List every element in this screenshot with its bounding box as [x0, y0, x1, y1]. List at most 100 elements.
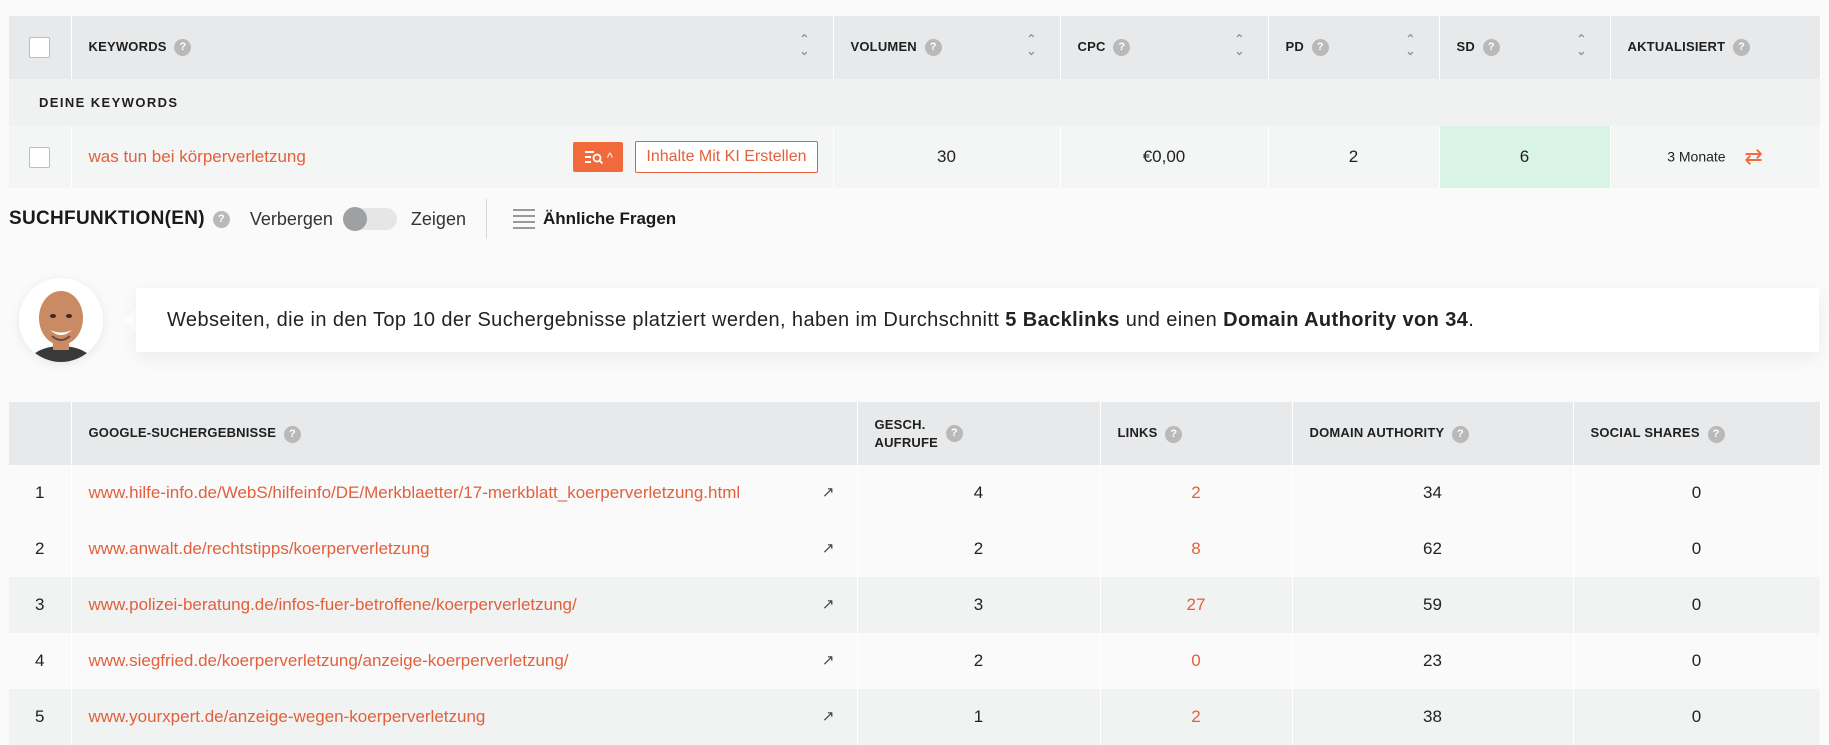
external-link-icon[interactable]: ↗ [822, 707, 835, 725]
help-icon[interactable]: ? [924, 39, 942, 57]
column-pd[interactable]: PD ? ⌃ ⌄ [1268, 16, 1440, 79]
links-cell: 2 [1100, 465, 1293, 521]
related-questions-feature[interactable]: Ähnliche Fragen [543, 209, 676, 229]
search-features-bar: SUCHFUNKTION(EN) ? Verbergen Zeigen Ähnl… [9, 196, 676, 242]
rank: 1 [9, 465, 72, 521]
links-cell: 27 [1100, 577, 1293, 633]
external-link-icon[interactable]: ↗ [822, 595, 835, 613]
url-cell: www.siegfried.de/koerperverletzung/anzei… [71, 633, 858, 689]
column-rank [9, 402, 72, 465]
select-all-checkbox[interactable] [29, 37, 51, 58]
keyword-cell: was tun bei körperverletzung ^ Inhalte M… [71, 126, 834, 188]
result-url-link[interactable]: www.siegfried.de/koerperverletzung/anzei… [89, 651, 569, 670]
table-row: 2 www.anwalt.de/rechtstipps/koerperverle… [9, 521, 1821, 577]
column-aktualisiert: AKTUALISIERT ? [1610, 16, 1821, 79]
column-volumen[interactable]: VOLUMEN ? ⌃ ⌄ [833, 16, 1061, 79]
social-shares-value: 0 [1573, 633, 1821, 689]
sd-value: 6 [1439, 126, 1611, 188]
sort-icon[interactable]: ⌃ ⌄ [1234, 33, 1246, 63]
rank: 5 [9, 689, 72, 745]
column-volumen-label: VOLUMEN [850, 38, 917, 54]
social-shares-value: 0 [1573, 577, 1821, 633]
url-cell: www.yourxpert.de/anzeige-wegen-koerperve… [71, 689, 858, 745]
column-sd[interactable]: SD ? ⌃ ⌄ [1439, 16, 1611, 79]
keyword-link[interactable]: was tun bei körperverletzung [89, 147, 306, 166]
table-row: 3 www.polizei-beratung.de/infos-fuer-bet… [9, 577, 1821, 633]
help-icon[interactable]: ? [1482, 39, 1500, 57]
help-icon[interactable]: ? [1451, 425, 1469, 443]
column-domain-authority-label: DOMAIN AUTHORITY [1309, 425, 1445, 441]
visits-value: 4 [857, 465, 1101, 521]
show-label: Zeigen [410, 208, 466, 229]
row-checkbox[interactable] [29, 146, 51, 168]
help-icon[interactable]: ? [1113, 39, 1131, 57]
help-icon[interactable]: ? [1311, 39, 1329, 57]
external-link-icon[interactable]: ↗ [822, 483, 835, 501]
links-cell: 2 [1100, 689, 1293, 745]
links-link[interactable]: 0 [1191, 651, 1200, 670]
result-url-link[interactable]: www.polizei-beratung.de/infos-fuer-betro… [89, 595, 577, 614]
table-row: 5 www.yourxpert.de/anzeige-wegen-koerper… [9, 689, 1821, 745]
sort-icon[interactable]: ⌃ ⌄ [1576, 33, 1588, 63]
help-icon[interactable]: ? [1165, 425, 1183, 443]
external-link-icon[interactable]: ↗ [822, 539, 835, 557]
keyword-search-button[interactable]: ^ [573, 142, 624, 172]
help-icon[interactable]: ? [1733, 39, 1751, 57]
rank: 4 [9, 633, 72, 689]
domain-authority-value: 59 [1292, 577, 1574, 633]
help-icon[interactable]: ? [945, 425, 963, 442]
column-visits-label: GESCH. AUFRUFE [874, 416, 939, 450]
visits-value: 2 [857, 521, 1101, 577]
keyword-table: KEYWORDS ? ⌃ ⌄ VOLUMEN ? ⌃ ⌄ CPC ? ⌃ ⌄ PD ? [9, 16, 1821, 188]
search-list-icon [584, 151, 603, 165]
column-keywords[interactable]: KEYWORDS ? ⌃ ⌄ [71, 16, 834, 79]
updated-cell: 3 Monate ⇄ [1610, 126, 1821, 188]
rank: 3 [9, 577, 72, 633]
help-icon[interactable]: ? [212, 210, 230, 228]
domain-authority-value: 62 [1292, 521, 1574, 577]
result-url-link[interactable]: www.yourxpert.de/anzeige-wegen-koerperve… [89, 707, 486, 726]
search-features-title: SUCHFUNKTION(EN) [9, 208, 205, 229]
refresh-icon[interactable]: ⇄ [1744, 144, 1762, 169]
visits-value: 3 [857, 577, 1101, 633]
column-social-shares: SOCIAL SHARES ? [1573, 402, 1821, 465]
sort-icon[interactable]: ⌃ ⌄ [799, 33, 811, 63]
visits-value: 1 [857, 689, 1101, 745]
links-link[interactable]: 2 [1191, 483, 1200, 502]
section-label: DEINE KEYWORDS [9, 79, 1820, 126]
results-table: GOOGLE-SUCHERGEBNISSE ? GESCH. AUFRUFE ? … [9, 402, 1821, 745]
result-url-link[interactable]: www.anwalt.de/rechtstipps/koerperverletz… [89, 539, 430, 558]
column-aktualisiert-label: AKTUALISIERT [1627, 38, 1726, 54]
updated-value: 3 Monate [1667, 148, 1726, 165]
ai-content-button[interactable]: Inhalte Mit KI Erstellen [635, 141, 818, 173]
sort-icon[interactable]: ⌃ ⌄ [1405, 33, 1417, 63]
insight-text-2: und einen [1119, 309, 1224, 331]
links-link[interactable]: 8 [1191, 539, 1200, 558]
help-icon[interactable]: ? [1707, 425, 1725, 443]
links-link[interactable]: 27 [1187, 595, 1206, 614]
select-all-cell [9, 16, 72, 79]
external-link-icon[interactable]: ↗ [822, 651, 835, 669]
hide-label: Verbergen [249, 208, 333, 229]
result-url-link[interactable]: www.hilfe-info.de/WebS/hilfeinfo/DE/Merk… [89, 483, 741, 502]
help-icon[interactable]: ? [174, 39, 192, 57]
section-row: DEINE KEYWORDS [9, 79, 1820, 126]
list-icon [512, 209, 535, 229]
column-domain-authority: DOMAIN AUTHORITY ? [1292, 402, 1574, 465]
help-icon[interactable]: ? [283, 425, 301, 443]
social-shares-value: 0 [1573, 465, 1821, 521]
toggle-knob [342, 207, 367, 231]
column-cpc[interactable]: CPC ? ⌃ ⌄ [1060, 16, 1269, 79]
links-link[interactable]: 2 [1191, 707, 1200, 726]
row-select-cell [9, 126, 72, 188]
keyword-actions: ^ Inhalte Mit KI Erstellen [573, 141, 818, 173]
column-cpc-label: CPC [1077, 38, 1106, 54]
sort-icon[interactable]: ⌃ ⌄ [1026, 33, 1038, 63]
column-results: GOOGLE-SUCHERGEBNISSE ? [71, 402, 858, 465]
insight-text-1: Webseiten, die in den Top 10 der Sucherg… [167, 309, 1006, 331]
column-links: LINKS ? [1100, 402, 1293, 465]
column-keywords-label: KEYWORDS [88, 38, 167, 54]
column-sd-label: SD [1456, 38, 1475, 54]
domain-authority-value: 38 [1292, 689, 1574, 745]
search-features-toggle[interactable] [342, 207, 397, 231]
